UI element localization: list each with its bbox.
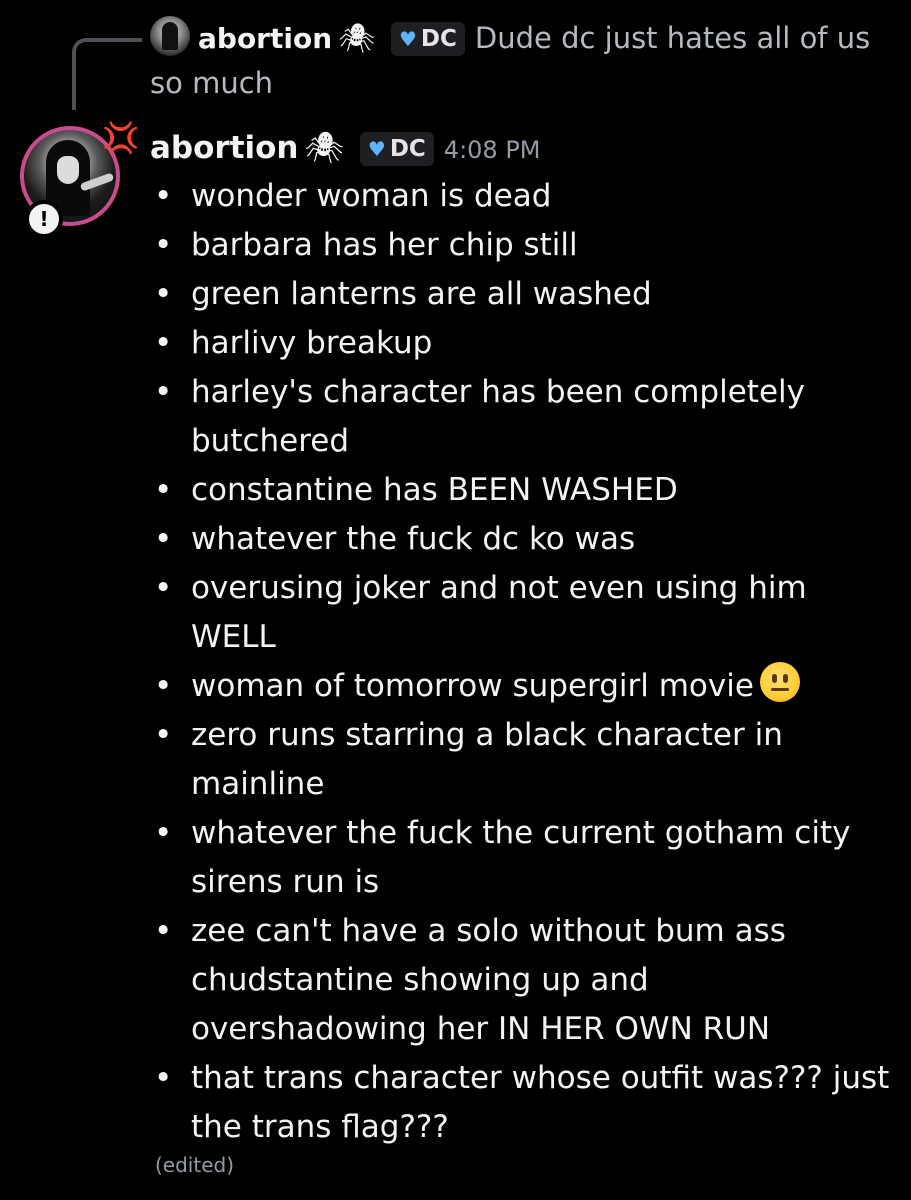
reply-tag-label: DC [420,26,457,52]
list-item-text: green lanterns are all washed [191,276,652,312]
list-item: • zee can't have a solo without bum ass c… [150,907,890,1054]
list-item-text: zee can't have a solo without bum ass ch… [191,913,786,1047]
list-item: • wonder woman is dead [150,172,890,221]
reply-avatar[interactable] [150,16,190,56]
blue-heart-icon: ♥ [398,27,417,51]
list-item: • barbara has her chip still [150,221,890,270]
bullet-icon: • [154,178,173,214]
list-item-text: overusing joker and not even using him W… [191,570,807,655]
list-item: • harley's character has been completely … [150,368,890,466]
avatar-face [57,156,79,184]
bullet-icon: • [154,913,173,949]
bullet-icon: • [154,472,173,508]
bullet-icon: • [154,276,173,312]
list-item-text: woman of tomorrow supergirl movie [191,668,754,704]
bullet-icon: • [154,374,173,410]
bullet-icon: • [154,668,173,704]
spider-icon: 🕷 [304,130,344,166]
list-item: • harlivy breakup [150,319,890,368]
list-item-text: harley's character has been completely b… [191,374,805,459]
anger-symbol-icon: 💢 [102,121,140,156]
list-item: • that trans character whose outfit was??… [150,1054,890,1152]
bullet-icon: • [154,227,173,263]
bullet-icon: • [154,570,173,606]
list-item-text: zero runs starring a black character in … [191,717,783,802]
author-name[interactable]: abortion [150,130,299,166]
bullet-icon: • [154,325,173,361]
edited-label[interactable]: (edited) [155,1153,234,1177]
bullet-icon: • [154,1060,173,1096]
list-item: • green lanterns are all washed [150,270,890,319]
message-bullet-list: • wonder woman is dead • barbara has her c… [150,172,890,1152]
list-item: • constantine has BEEN WASHED [150,466,890,515]
spider-icon: 🕷 [338,21,375,55]
tag-label: DC [389,136,426,162]
bullet-icon: • [154,521,173,557]
list-item-text: barbara has her chip still [191,227,578,263]
neutral-face-emoji-icon[interactable] [759,662,800,702]
list-item-text: harlivy breakup [191,325,433,361]
bullet-icon: • [154,815,173,851]
list-item: • zero runs starring a black character in… [150,711,890,809]
list-item: • woman of tomorrow supergirl movie [150,662,890,711]
reply-author-name[interactable]: abortion [198,22,332,55]
exclamation-icon: ! [25,200,63,238]
list-item-text: whatever the fuck the current gotham cit… [191,815,851,900]
bullet-icon: • [154,717,173,753]
message-header: abortion 🕷 ♥ DC 4:08 PM [150,124,541,174]
list-item-text: that trans character whose outfit was???… [191,1060,890,1145]
list-item: • whatever the fuck the current gotham ci… [150,809,890,907]
reply-connector-line [72,38,142,110]
list-item: • overusing joker and not even using him … [150,564,890,662]
list-item-text: constantine has BEEN WASHED [191,472,678,508]
reply-tag-badge[interactable]: ♥ DC [390,22,465,56]
list-item: • whatever the fuck dc ko was [150,515,890,564]
list-item-text: whatever the fuck dc ko was [191,521,636,557]
tag-badge[interactable]: ♥ DC [359,132,434,166]
timestamp[interactable]: 4:08 PM [444,136,541,164]
reply-preview[interactable]: abortion 🕷 ♥ DC Dude dc just hates all of us… [150,16,895,105]
message-avatar-group[interactable]: 💢 ! [20,124,139,238]
list-item-text: wonder woman is dead [191,178,552,214]
blue-heart-icon: ♥ [367,137,386,161]
